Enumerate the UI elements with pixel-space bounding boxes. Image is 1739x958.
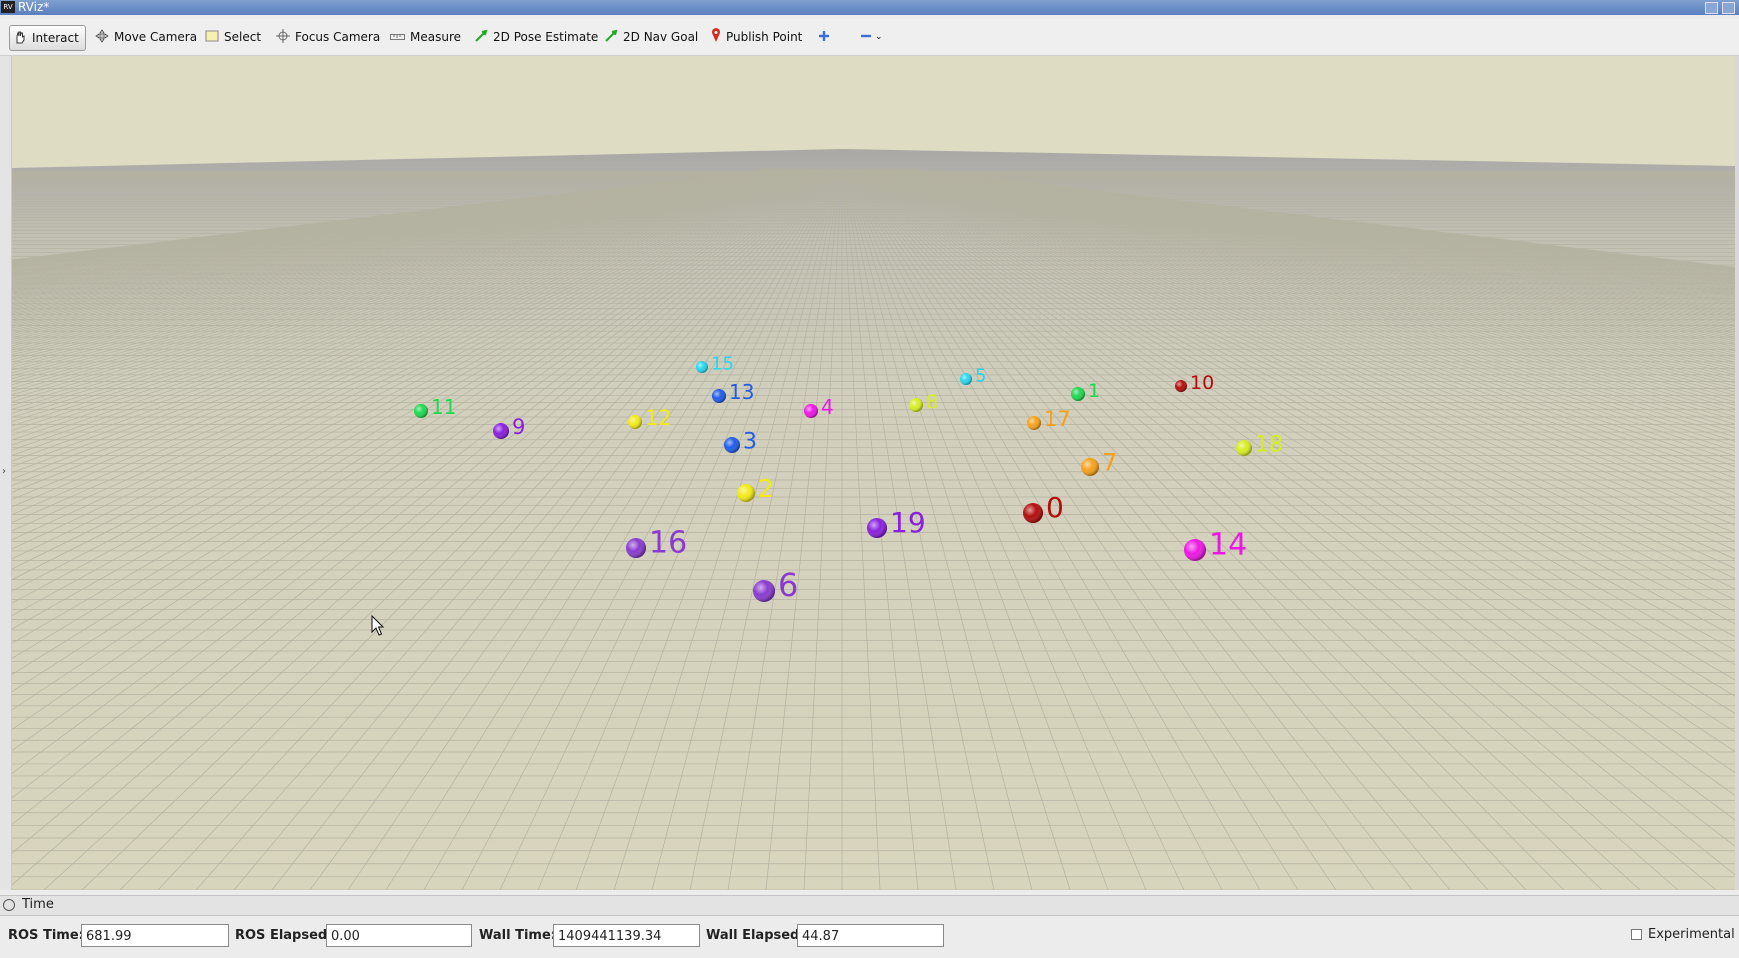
remove-tool-dropdown[interactable]: ⌄ [860, 25, 883, 49]
marker-label: 18 [1255, 432, 1283, 457]
experimental-label: Experimental [1648, 927, 1735, 942]
marker-sphere-shading [712, 389, 726, 403]
2d-pose-estimate-tool-label: 2D Pose Estimate [493, 30, 599, 44]
time-panel: ROS Time: 681.99 ROS Elapsed: 0.00 Wall … [0, 916, 1739, 958]
marker-sphere-shading [414, 404, 428, 418]
wall-elapsed-label: Wall Elapsed: [706, 928, 805, 943]
marker-sphere-shading [1175, 380, 1187, 392]
rviz-app-icon: RV [1, 1, 15, 13]
marker-sphere-shading [696, 361, 708, 373]
marker-label: 11 [431, 395, 456, 419]
marker-label: 15 [711, 354, 734, 375]
window-titlebar: RV RViz* [0, 0, 1739, 15]
marker-label: 2 [758, 474, 774, 503]
marker-label: 8 [926, 391, 938, 413]
window-title: RViz* [18, 0, 50, 14]
ros-time-label: ROS Time: [8, 928, 84, 943]
ruler-icon [390, 30, 405, 44]
minimize-icon[interactable] [1705, 2, 1718, 14]
publish-point-tool-button[interactable]: Publish Point [711, 25, 802, 49]
select-box-icon [205, 30, 219, 45]
marker-sphere-shading [1236, 440, 1252, 456]
measure-tool-label: Measure [410, 30, 461, 44]
marker-label: 5 [975, 366, 986, 387]
marker-sphere-shading [804, 404, 818, 418]
marker-sphere-shading [960, 373, 972, 385]
wall-elapsed-field[interactable]: 44.87 [797, 924, 944, 947]
move-camera-icon [95, 28, 109, 46]
focus-camera-tool-button[interactable]: Focus Camera [276, 25, 380, 49]
marker-sphere-shading [1184, 539, 1206, 561]
marker-sphere-shading [1023, 503, 1043, 523]
time-panel-header: Time [0, 895, 1739, 916]
hand-icon [13, 30, 27, 47]
minus-icon [860, 30, 872, 45]
marker-sphere-shading [1027, 416, 1041, 430]
expand-arrow-icon: › [2, 466, 6, 477]
marker-label: 1 [1088, 380, 1100, 402]
marker-sphere-shading [493, 423, 509, 439]
ros-elapsed-label: ROS Elapsed: [235, 928, 333, 943]
maximize-icon[interactable] [1722, 2, 1735, 14]
marker-label: 4 [821, 395, 834, 419]
left-panel-collapse-strip[interactable]: › [0, 56, 12, 890]
clock-icon [3, 899, 15, 911]
experimental-checkbox[interactable] [1631, 929, 1642, 940]
marker-label: 16 [649, 526, 687, 561]
marker-label: 3 [743, 429, 757, 454]
marker-label: 10 [1190, 372, 1214, 394]
select-tool-button[interactable]: Select [205, 25, 261, 49]
marker-sphere-shading [628, 415, 642, 429]
marker-sphere-shading [909, 398, 923, 412]
focus-crosshair-icon [276, 28, 290, 46]
green-arrow-icon [474, 29, 488, 46]
marker-sphere-shading [737, 484, 755, 502]
marker-sphere-shading [1081, 458, 1099, 476]
marker-sphere-shading [1071, 387, 1085, 401]
rviz-scene[interactable]: 15 13 11 9 12 4 8 5 1 10 17 3 18 7 2 0 19 16 14 6 [12, 56, 1735, 890]
chevron-down-icon: ⌄ [875, 32, 883, 42]
marker-label: 14 [1209, 528, 1247, 563]
right-panel-edge [1735, 56, 1739, 890]
interact-tool-button[interactable]: Interact [9, 25, 86, 51]
tools-toolbar: Interact Move Camera Select Focus Camera… [0, 19, 1739, 56]
marker-sphere-shading [867, 518, 887, 538]
marker-sphere-shading [724, 437, 740, 453]
3d-render-viewport[interactable]: 15 13 11 9 12 4 8 5 1 10 17 3 18 7 2 0 19 16 14 6 [12, 56, 1735, 890]
ros-time-field[interactable]: 681.99 [81, 924, 229, 947]
marker-label: 12 [645, 406, 672, 430]
wall-time-field[interactable]: 1409441139.34 [553, 924, 700, 947]
2d-nav-goal-tool-label: 2D Nav Goal [623, 30, 699, 44]
marker-label: 6 [778, 566, 798, 604]
move-camera-tool-button[interactable]: Move Camera [95, 25, 197, 49]
wall-time-label: Wall Time: [479, 928, 556, 943]
marker-sphere-shading [626, 538, 646, 558]
publish-point-tool-label: Publish Point [726, 30, 803, 44]
move-camera-tool-label: Move Camera [114, 30, 198, 44]
marker-label: 13 [729, 380, 754, 404]
map-pin-icon [711, 28, 721, 46]
add-tool-button[interactable] [818, 25, 835, 49]
green-arrow-icon [604, 29, 618, 46]
select-tool-label: Select [224, 30, 262, 44]
2d-pose-estimate-tool-button[interactable]: 2D Pose Estimate [474, 25, 598, 49]
measure-tool-button[interactable]: Measure [390, 25, 461, 49]
focus-camera-tool-label: Focus Camera [295, 30, 381, 44]
marker-label: 7 [1102, 449, 1117, 477]
interact-tool-label: Interact [32, 31, 79, 45]
time-panel-title: Time [22, 897, 54, 912]
marker-sphere-shading [753, 580, 775, 602]
marker-label: 17 [1044, 407, 1071, 431]
marker-label: 19 [890, 506, 926, 539]
marker-label: 0 [1046, 491, 1064, 524]
marker-label: 9 [512, 415, 525, 439]
ros-elapsed-field[interactable]: 0.00 [326, 924, 472, 947]
2d-nav-goal-tool-button[interactable]: 2D Nav Goal [604, 25, 698, 49]
plus-icon [818, 30, 830, 45]
